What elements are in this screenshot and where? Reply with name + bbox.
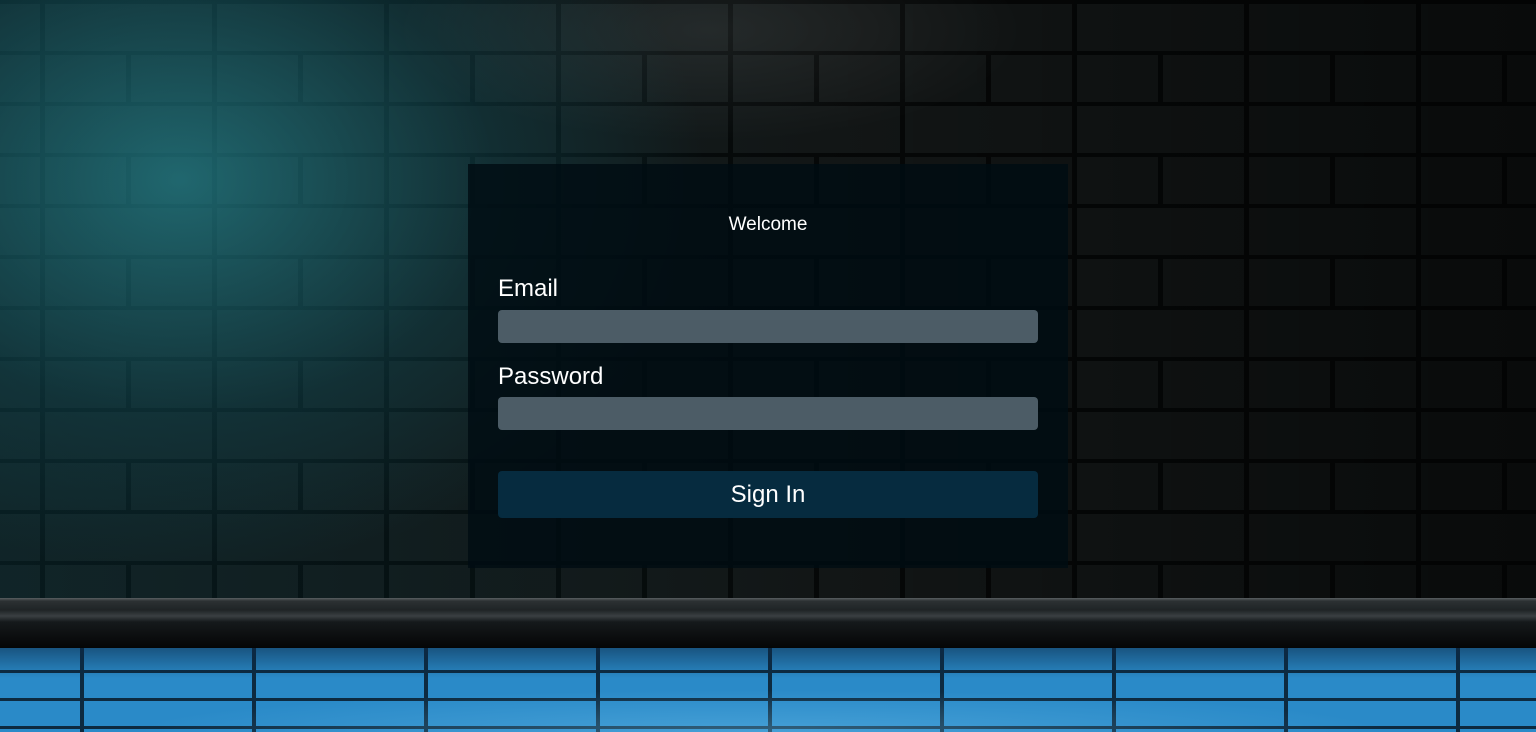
email-label: Email <box>498 275 559 302</box>
login-panel: Welcome Email Password Sign In <box>468 164 1068 568</box>
sign-in-button[interactable]: Sign In <box>498 471 1038 518</box>
password-label: Password <box>498 363 604 390</box>
email-field[interactable] <box>498 310 1038 343</box>
login-screen: Welcome Email Password Sign In <box>0 0 1536 732</box>
password-field[interactable] <box>498 397 1038 430</box>
welcome-title: Welcome <box>728 214 808 235</box>
floor-shine <box>0 648 1536 732</box>
baseboard <box>0 598 1536 648</box>
